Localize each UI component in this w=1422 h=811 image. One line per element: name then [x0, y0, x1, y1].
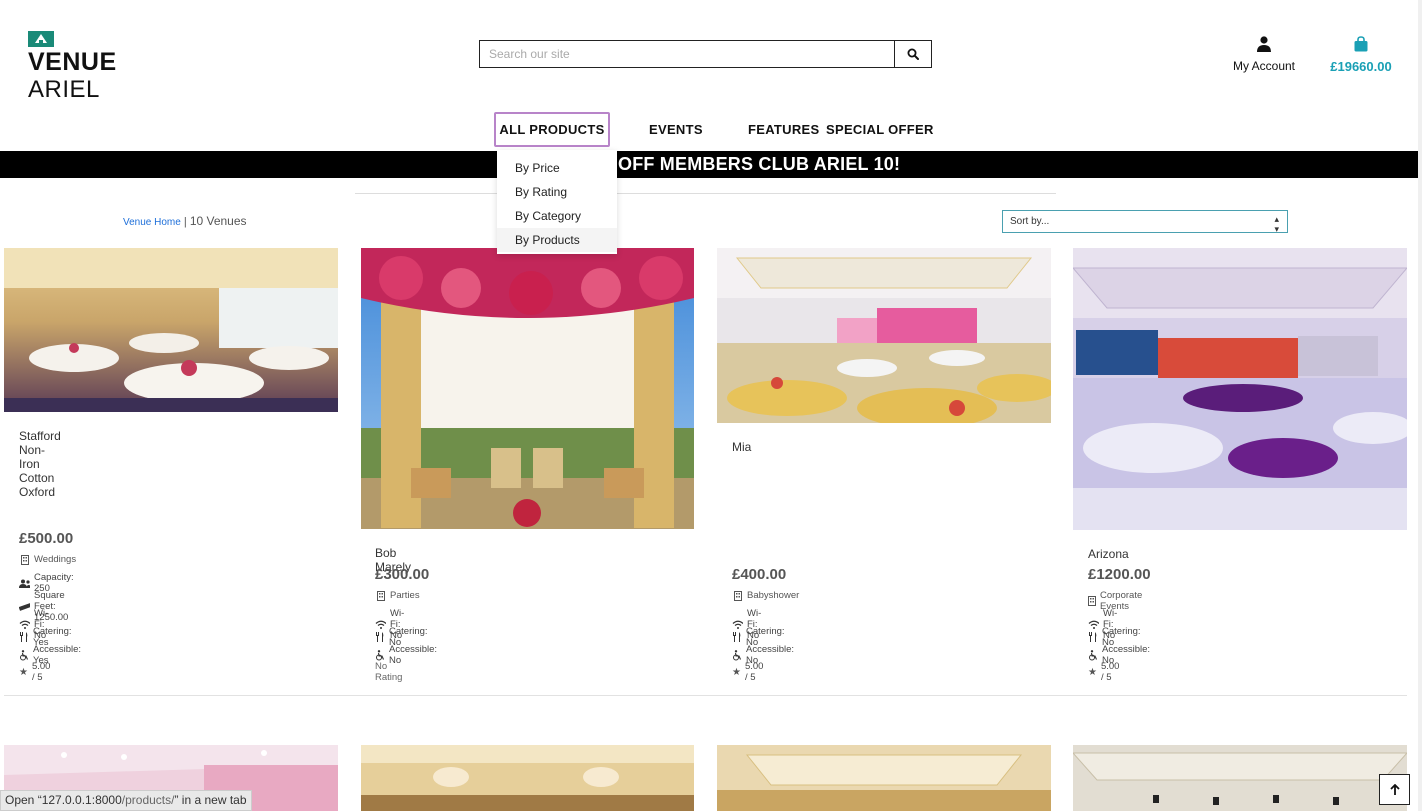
nav-features[interactable]: FEATURES	[748, 122, 820, 137]
dropdown-by-category[interactable]: By Category	[497, 204, 617, 228]
status-path: /products/	[121, 793, 175, 807]
arrow-up-icon	[1389, 783, 1400, 795]
logo-venue-text: VENUE	[28, 48, 117, 76]
rating-label: 5.00 / 5	[744, 661, 764, 683]
my-account-link[interactable]: My Account	[1226, 36, 1302, 73]
user-icon	[1257, 36, 1271, 52]
rating-label: No Rating	[375, 661, 403, 683]
dropdown-by-products[interactable]: By Products	[497, 228, 617, 252]
wheelchair-icon	[19, 649, 29, 661]
browser-status-bar: Open “127.0.0.1:8000/products/” in a new…	[0, 790, 252, 811]
venue-image[interactable]	[4, 248, 338, 412]
venue-category[interactable]: Parties	[375, 590, 420, 601]
venue-price: £300.00	[375, 566, 430, 583]
logo-icon	[28, 31, 54, 47]
nav-special-offer[interactable]: SPECIAL OFFER	[826, 122, 934, 137]
utensils-icon	[19, 632, 29, 643]
category-label: Weddings	[34, 554, 77, 565]
utensils-icon	[732, 632, 742, 643]
sort-select[interactable]: Sort by... ▴ ▾	[1002, 210, 1288, 234]
venue-rating: ★ 5.00 / 5	[1088, 661, 1122, 683]
venue-home-link[interactable]: Venue Home	[123, 217, 181, 228]
venue-rating: No Rating	[375, 661, 402, 683]
wheelchair-icon	[1088, 649, 1098, 661]
select-arrows-icon: ▴ ▾	[1274, 214, 1279, 234]
building-icon	[375, 590, 386, 601]
scroll-to-top-button[interactable]	[1379, 774, 1410, 805]
shopping-bag-icon	[1354, 36, 1368, 52]
venue-category[interactable]: Weddings	[19, 554, 76, 565]
venue-image[interactable]	[361, 745, 694, 811]
nav-all-products[interactable]: ALL PRODUCTS	[494, 112, 610, 147]
star-icon: ★	[732, 666, 741, 678]
site-logo[interactable]: VENUE ARIEL	[28, 31, 117, 105]
page-scrollbar[interactable]	[1418, 0, 1422, 811]
divider	[355, 193, 1056, 194]
building-icon	[732, 590, 743, 601]
venue-price: £500.00	[19, 530, 74, 547]
venue-rating: ★ 5.00 / 5	[19, 661, 53, 683]
dropdown-by-price[interactable]: By Price	[497, 156, 617, 180]
bag-total: £19660.00	[1330, 59, 1392, 74]
search-button[interactable]	[894, 41, 931, 67]
venue-image[interactable]	[717, 745, 1051, 811]
row-divider	[4, 695, 1407, 696]
rating-label: 5.00 / 5	[1100, 661, 1120, 683]
venue-price: £1200.00	[1088, 566, 1151, 583]
dropdown-by-rating[interactable]: By Rating	[497, 180, 617, 204]
status-suffix: ” in a new tab	[174, 793, 247, 807]
promo-banner: OFF MEMBERS CLUB ARIEL 10!	[0, 151, 1418, 178]
building-icon	[1088, 596, 1096, 607]
category-label: Parties	[390, 590, 420, 601]
building-icon	[19, 554, 30, 565]
venue-image[interactable]	[1073, 745, 1407, 811]
breadcrumb-separator: |	[183, 216, 187, 228]
search-icon	[907, 48, 919, 60]
venue-rating: ★ 5.00 / 5	[732, 661, 766, 683]
utensils-icon	[1088, 632, 1098, 643]
star-icon: ★	[1088, 666, 1097, 678]
wheelchair-icon	[375, 649, 385, 661]
venue-category[interactable]: Babyshower	[732, 590, 799, 601]
venue-image[interactable]	[1073, 248, 1407, 530]
users-icon	[19, 578, 30, 589]
rating-label: 5.00 / 5	[31, 661, 51, 683]
promo-banner-text: OFF MEMBERS CLUB ARIEL 10!	[618, 154, 901, 174]
category-label: Babyshower	[747, 590, 800, 601]
star-icon: ★	[19, 666, 28, 678]
search-bar	[479, 40, 932, 68]
status-prefix: Open “	[5, 793, 42, 807]
sort-select-value: Sort by...	[1010, 216, 1050, 227]
venue-title[interactable]: Stafford Non-Iron Cotton Oxford	[19, 429, 61, 499]
venue-title[interactable]: Mia	[732, 440, 751, 454]
page: VENUE ARIEL My Account £19660.00 ALL PRO…	[0, 0, 1422, 811]
all-products-dropdown: By Price By Rating By Category By Produc…	[497, 150, 617, 254]
status-url: 127.0.0.1:8000	[41, 793, 122, 807]
venue-count: 10 Venues	[189, 214, 247, 228]
logo-ariel-text: ARIEL	[28, 76, 100, 103]
breadcrumb: Venue Home | 10 Venues	[123, 214, 247, 228]
utensils-icon	[375, 632, 385, 643]
search-input[interactable]	[480, 41, 894, 67]
venue-price: £400.00	[732, 566, 787, 583]
my-account-label: My Account	[1232, 59, 1296, 73]
nav-events[interactable]: EVENTS	[649, 122, 703, 137]
venue-image[interactable]	[717, 248, 1051, 423]
wheelchair-icon	[732, 649, 742, 661]
venue-title[interactable]: Arizona	[1088, 547, 1129, 561]
shopping-bag-link[interactable]: £19660.00	[1323, 36, 1399, 74]
venue-image[interactable]	[361, 248, 694, 529]
